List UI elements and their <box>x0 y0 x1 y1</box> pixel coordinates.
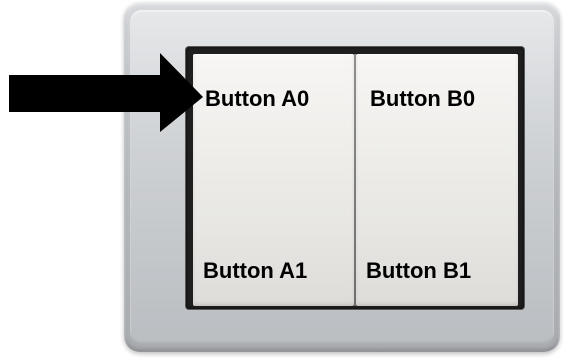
button-b0[interactable]: Button B0 <box>370 88 475 110</box>
button-a1[interactable]: Button A1 <box>203 260 307 282</box>
button-b1[interactable]: Button B1 <box>366 260 471 282</box>
right-arrow-icon <box>9 53 203 132</box>
button-a0[interactable]: Button A0 <box>205 88 309 110</box>
rocker-divider <box>354 54 356 306</box>
right-arrow-shape <box>9 53 203 132</box>
light-switch-scene: Button A0 Button B0 Button A1 Button B1 <box>0 0 564 358</box>
